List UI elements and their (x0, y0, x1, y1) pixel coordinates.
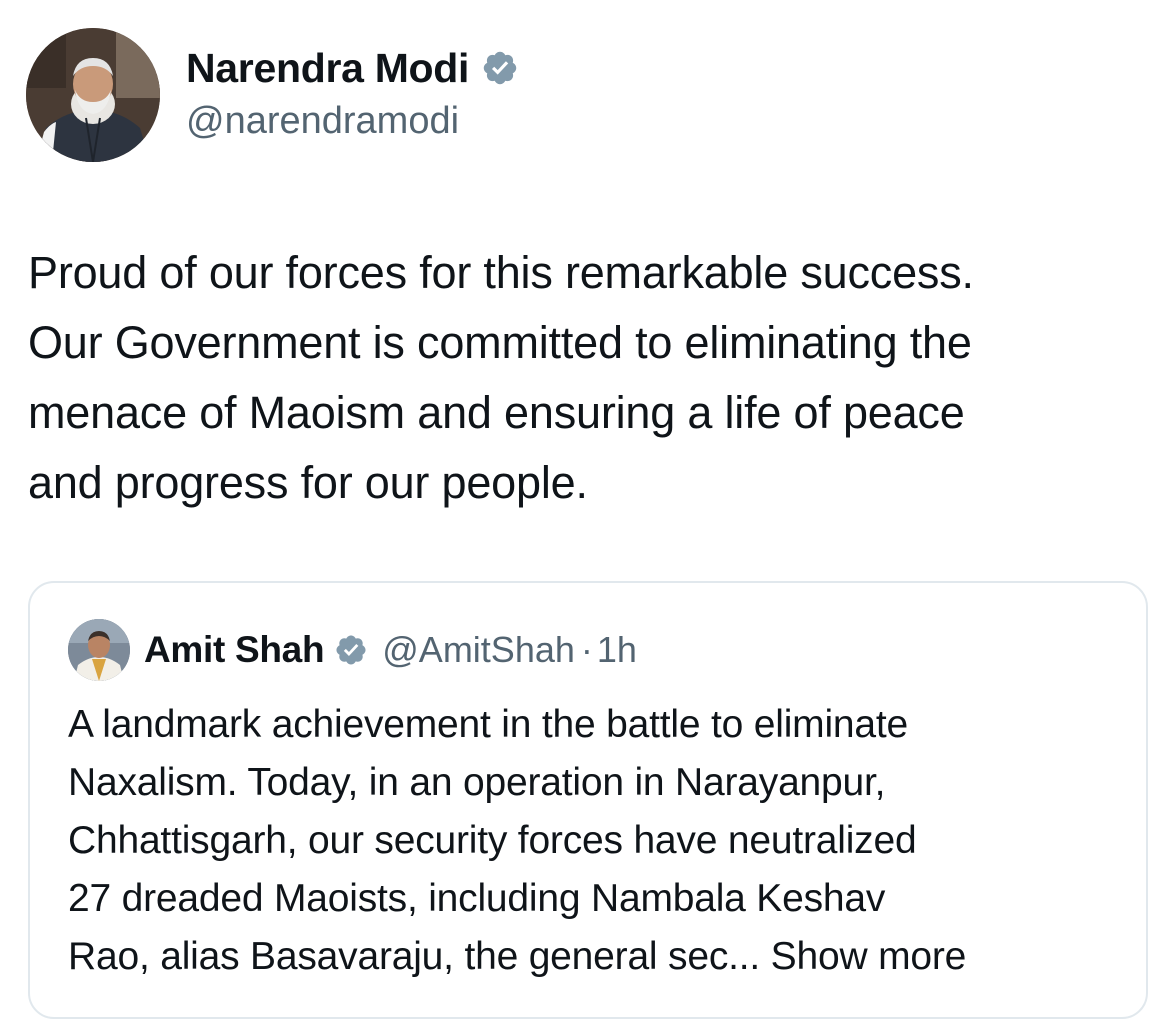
author-name[interactable]: Narendra Modi (186, 44, 469, 92)
avatar-photo-icon (68, 619, 130, 681)
quoted-author-handle[interactable]: @AmitShah (382, 629, 575, 671)
verified-badge-icon (481, 49, 519, 87)
separator-dot: · (580, 629, 593, 670)
show-more-link[interactable]: Show more (771, 935, 967, 978)
author-handle[interactable]: @narendramodi (186, 98, 459, 144)
author-avatar[interactable] (26, 28, 160, 162)
quoted-tweet-card[interactable]: Amit Shah @AmitShah · 1h A landmark achi… (28, 581, 1148, 1019)
quoted-tweet-text: A landmark achievement in the battle to … (68, 696, 1128, 986)
author-name-row[interactable]: Narendra Modi (186, 44, 519, 92)
quoted-tweet-header: Amit Shah @AmitShah · 1h (68, 619, 637, 681)
quoted-tweet-timestamp[interactable]: 1h (597, 629, 637, 671)
quoted-author-name[interactable]: Amit Shah (144, 629, 325, 671)
verified-badge-icon (334, 633, 368, 667)
quoted-author-avatar[interactable] (68, 619, 130, 681)
avatar-photo-icon (26, 28, 160, 162)
tweet-text: Proud of our forces for this remarkable … (28, 247, 974, 508)
